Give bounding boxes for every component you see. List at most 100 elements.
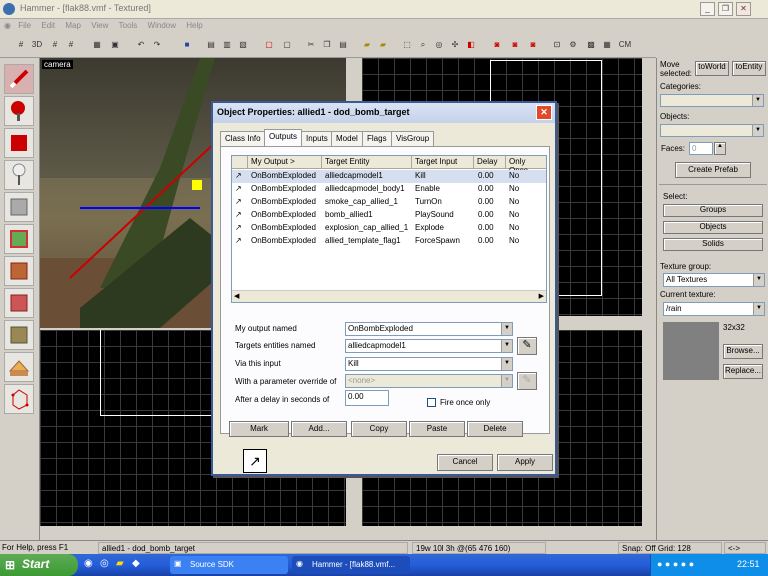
block-icon[interactable]: ◧	[464, 38, 478, 52]
front-viewport-hscroll[interactable]	[362, 526, 656, 540]
delete-button[interactable]: Delete	[467, 421, 523, 437]
via-input-select[interactable]: Kill ▼	[345, 357, 513, 371]
column-target-input[interactable]: Target Input	[412, 156, 474, 169]
add-button[interactable]: Add...	[291, 421, 347, 437]
grid-larger-icon[interactable]: #	[64, 38, 78, 52]
paste-icon[interactable]: ▤	[336, 38, 350, 52]
param-eyedropper-icon[interactable]: ✎	[517, 372, 537, 390]
tab-flags[interactable]: Flags	[362, 131, 392, 146]
texture-lock-icon[interactable]: ■	[180, 38, 194, 52]
create-prefab-button[interactable]: Create Prefab	[675, 162, 751, 178]
entity-icon[interactable]: ✣	[448, 38, 462, 52]
redo-icon[interactable]: ↷	[150, 38, 164, 52]
scroll-right-icon[interactable]: ▶	[539, 292, 544, 300]
menu-file[interactable]: File	[14, 19, 35, 32]
run-map-icon[interactable]: ▩	[584, 38, 598, 52]
grid-smaller-icon[interactable]: #	[48, 38, 62, 52]
side-viewport-hscroll[interactable]	[40, 526, 346, 540]
menu-edit[interactable]: Edit	[37, 19, 59, 32]
firefox-icon[interactable]: ◉	[84, 558, 93, 569]
copy-icon[interactable]: ❐	[320, 38, 334, 52]
tab-class-info[interactable]: Class Info	[220, 131, 266, 146]
texture-group-select[interactable]: All Textures ▼	[663, 273, 765, 287]
magnify-icon[interactable]: ⌕	[416, 38, 430, 52]
browse-button[interactable]: Browse...	[723, 344, 763, 359]
eyedropper-icon[interactable]: ✎	[517, 337, 537, 355]
task-hammer[interactable]: ◉ Hammer - [flak88.vmf...	[292, 556, 410, 574]
auto-visgroup-icon[interactable]: ▦	[600, 38, 614, 52]
select-solids-button[interactable]: Solids	[663, 238, 763, 251]
overlay-tool-icon[interactable]	[4, 320, 34, 350]
cubemap-button[interactable]: CM	[616, 38, 634, 52]
dialog-close-button[interactable]: ✕	[536, 105, 552, 120]
apply-button[interactable]: Apply	[497, 454, 553, 471]
front-viewport-vscroll[interactable]	[642, 330, 656, 526]
texture-lock-scale-icon[interactable]: ▰	[376, 38, 390, 52]
overlay-icon[interactable]: ⊡	[550, 38, 564, 52]
undo-icon[interactable]: ↶	[134, 38, 148, 52]
menu-map[interactable]: Map	[61, 19, 85, 32]
toggle-cordon-icon[interactable]: ▢	[280, 38, 294, 52]
dialog-title-bar[interactable]: Object Properties: allied1 - dod_bomb_ta…	[213, 103, 555, 123]
column-my-output[interactable]: My Output >	[248, 156, 322, 169]
categories-select[interactable]: ▼	[660, 94, 764, 107]
select-icon[interactable]: ⬚	[400, 38, 414, 52]
mark-button[interactable]: Mark	[229, 421, 289, 437]
quicklaunch-icon[interactable]: ◆	[132, 558, 140, 569]
copy-button[interactable]: Copy	[351, 421, 407, 437]
top-viewport-vscroll[interactable]	[642, 58, 656, 328]
start-button[interactable]: ⊞ Start	[0, 554, 78, 576]
menu-help[interactable]: Help	[182, 19, 206, 32]
vertex-tool-icon[interactable]	[4, 384, 34, 414]
cut-icon[interactable]: ✂	[304, 38, 318, 52]
hide-unselected-icon[interactable]: ▥	[220, 38, 234, 52]
camera-tool-icon[interactable]	[4, 128, 34, 158]
table-row[interactable]: ↗ OnBombExploded smoke_cap_allied_1 Turn…	[232, 196, 546, 209]
group-icon[interactable]: ▣	[108, 38, 122, 52]
decal-tool-icon[interactable]	[4, 288, 34, 318]
tab-visgroup[interactable]: VisGroup	[391, 131, 435, 146]
tab-inputs[interactable]: Inputs	[301, 131, 333, 146]
replace-button[interactable]: Replace...	[723, 364, 763, 379]
browser-icon[interactable]: ◎	[100, 558, 109, 569]
tray-icons[interactable]: ● ● ● ● ●	[657, 559, 694, 569]
3d-grid-button[interactable]: 3D	[30, 38, 44, 52]
current-texture-select[interactable]: /rain ▼	[663, 302, 765, 316]
param-select[interactable]: <none> ▼	[345, 374, 513, 388]
column-delay[interactable]: Delay	[474, 156, 506, 169]
close-window-button[interactable]: ✕	[736, 2, 751, 16]
camera-icon[interactable]: ◎	[432, 38, 446, 52]
table-row[interactable]: ↗ OnBombExploded alliedcapmodel1 Kill 0.…	[232, 170, 546, 183]
fire-once-checkbox[interactable]	[427, 398, 436, 407]
vmf-icon-2[interactable]: ◙	[508, 38, 522, 52]
tab-model[interactable]: Model	[331, 131, 363, 146]
texture-tool-icon[interactable]	[4, 224, 34, 254]
cordon-icon[interactable]: ▢	[262, 38, 276, 52]
minimize-button[interactable]: _	[700, 2, 715, 16]
table-row[interactable]: ↗ OnBombExploded alliedcapmodel_body1 En…	[232, 183, 546, 196]
targets-select[interactable]: alliedcapmodel1 ▼	[345, 339, 513, 353]
cancel-button[interactable]: Cancel	[437, 454, 493, 471]
maximize-button[interactable]: ❐	[718, 2, 733, 16]
menu-tools[interactable]: Tools	[115, 19, 142, 32]
tab-outputs[interactable]: Outputs	[264, 129, 303, 146]
to-entity-button[interactable]: toEntity	[732, 61, 766, 76]
folder-icon[interactable]: ▰	[116, 558, 124, 569]
table-row[interactable]: ↗ OnBombExploded allied_template_flag1 F…	[232, 235, 546, 248]
column-target-entity[interactable]: Target Entity	[322, 156, 412, 169]
unhide-icon[interactable]: ▧	[236, 38, 250, 52]
hide-icon[interactable]: ▤	[204, 38, 218, 52]
vmf-icon-3[interactable]: ◙	[526, 38, 540, 52]
select-groups-button[interactable]: Groups	[663, 204, 763, 217]
table-row[interactable]: ↗ OnBombExploded bomb_allied1 PlaySound …	[232, 209, 546, 222]
task-source-sdk[interactable]: ▣ Source SDK	[170, 556, 288, 574]
scroll-left-icon[interactable]: ◀	[234, 292, 239, 300]
table-row[interactable]: ↗ OnBombExploded explosion_cap_allied_1 …	[232, 222, 546, 235]
my-output-select[interactable]: OnBombExploded ▼	[345, 322, 513, 336]
apply-texture-icon[interactable]	[4, 256, 34, 286]
menu-view[interactable]: View	[87, 19, 112, 32]
entity-tool-icon[interactable]	[4, 160, 34, 190]
select-objects-button[interactable]: Objects	[663, 221, 763, 234]
block-tool-icon[interactable]	[4, 192, 34, 222]
gear-icon[interactable]: ⚙	[566, 38, 580, 52]
